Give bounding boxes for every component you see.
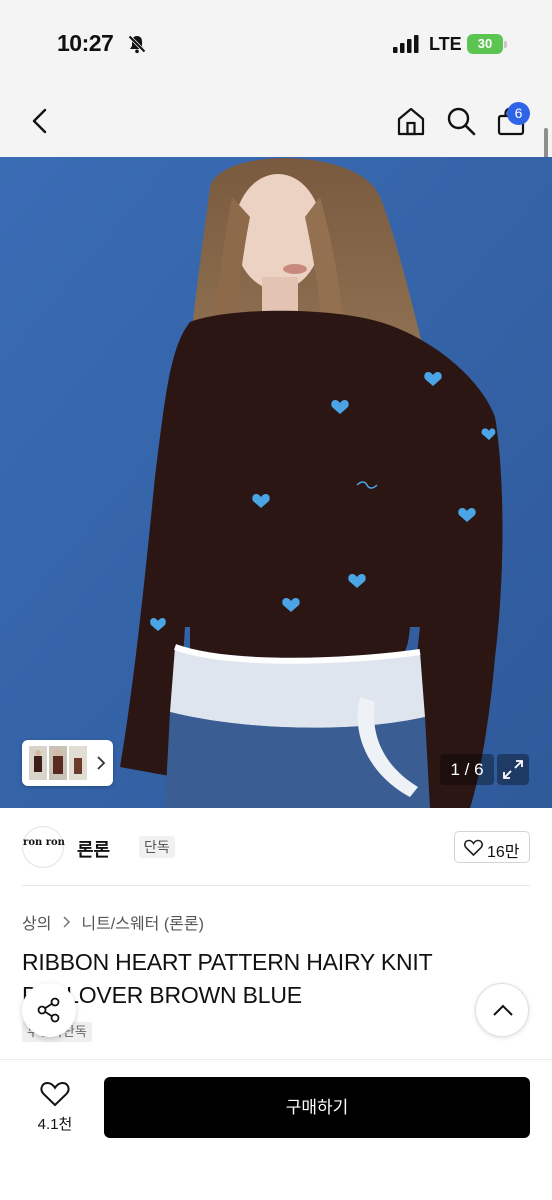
buy-button[interactable]: 구매하기 (104, 1077, 530, 1138)
divider (22, 885, 530, 886)
thumbnail-strip[interactable] (22, 740, 113, 786)
thumbnail-2[interactable] (49, 746, 67, 780)
network-label: LTE (429, 34, 462, 54)
breadcrumb-category[interactable]: 상의 (22, 910, 51, 934)
breadcrumb: 상의 니트/스웨터 (론론) (22, 910, 204, 934)
product-image[interactable] (0, 157, 552, 808)
top-nav (0, 90, 552, 157)
brand-logo-text: ron ron (23, 837, 65, 848)
wishlist-count: 4.1천 (37, 1116, 73, 1133)
brand-like-count: 16만 (487, 844, 520, 861)
thumbnail-3[interactable] (69, 746, 87, 780)
chevron-right-icon[interactable] (96, 755, 106, 771)
cart-count-badge: 6 (507, 102, 530, 125)
expand-icon (503, 760, 523, 779)
brand-row: ron ron 론론 단독 16만 (22, 826, 530, 868)
battery-indicator: 30 (467, 34, 507, 54)
brand-logo[interactable]: ron ron (22, 826, 65, 868)
signal-icon (393, 35, 419, 53)
thumbnail-1[interactable] (29, 746, 47, 780)
share-icon (37, 997, 60, 1023)
battery-level: 30 (477, 36, 493, 51)
chevron-up-icon (493, 1004, 513, 1016)
heart-icon (40, 1081, 70, 1107)
home-icon[interactable] (395, 105, 427, 137)
search-icon[interactable] (445, 105, 477, 137)
wishlist-button[interactable]: 4.1천 (28, 1078, 82, 1138)
status-bar: 10:27 LTE 30 (0, 0, 552, 90)
bottom-purchase-bar: 4.1천 구매하기 (0, 1059, 552, 1200)
bell-slash-icon (127, 34, 147, 54)
breadcrumb-subcategory[interactable]: 니트/스웨터 (론론) (81, 910, 204, 934)
image-counter: 1 / 6 (440, 754, 494, 785)
battery-cap (504, 41, 507, 48)
product-title: RIBBON HEART PATTERN HAIRY KNIT PULLOVER… (22, 949, 433, 1008)
brand-like-button[interactable]: 16만 (454, 831, 530, 863)
scroll-to-top-button[interactable] (475, 983, 529, 1037)
product-photo (0, 157, 552, 808)
heart-icon (464, 839, 483, 856)
share-button[interactable] (22, 983, 76, 1037)
status-time: 10:27 (57, 30, 114, 56)
expand-button[interactable] (497, 754, 529, 785)
exclusive-tag: 단독 (139, 836, 175, 858)
back-icon[interactable] (28, 107, 52, 135)
chevron-right-icon (63, 916, 70, 928)
brand-name[interactable]: 론론 (77, 836, 110, 862)
